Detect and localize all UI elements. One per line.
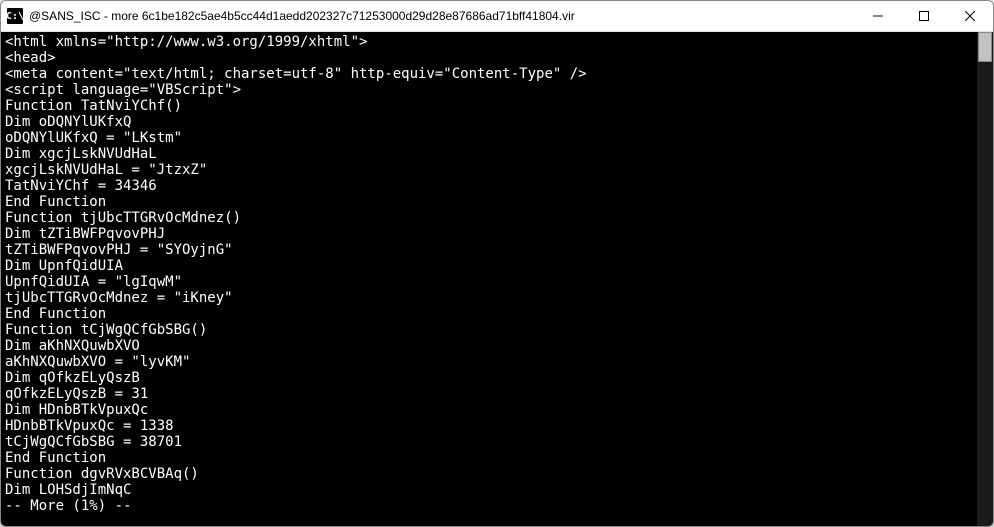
terminal-area: <html xmlns="http://www.w3.org/1999/xhtm… bbox=[1, 32, 993, 526]
terminal-line: HDnbBTkVpuxQc = 1338 bbox=[5, 418, 973, 434]
terminal-line: Dim aKhNXQuwbXVO bbox=[5, 338, 973, 354]
terminal-line: <script language="VBScript"> bbox=[5, 82, 973, 98]
terminal-line: TatNviYChf = 34346 bbox=[5, 178, 973, 194]
window-frame: C:\ @SANS_ISC - more 6c1be182c5ae4b5cc44… bbox=[0, 0, 994, 527]
terminal-line: Dim qOfkzELyQszB bbox=[5, 370, 973, 386]
terminal-line: <meta content="text/html; charset=utf-8"… bbox=[5, 66, 973, 82]
close-button[interactable] bbox=[947, 1, 993, 31]
terminal-line: <head> bbox=[5, 50, 973, 66]
terminal-line: tCjWgQCfGbSBG = 38701 bbox=[5, 434, 973, 450]
terminal-line: Dim xgcjLskNVUdHaL bbox=[5, 146, 973, 162]
terminal-line: Function tCjWgQCfGbSBG() bbox=[5, 322, 973, 338]
terminal-line: Function TatNviYChf() bbox=[5, 98, 973, 114]
terminal-line: Function tjUbcTTGRvOcMdnez() bbox=[5, 210, 973, 226]
scrollbar-thumb[interactable] bbox=[978, 32, 992, 62]
titlebar[interactable]: C:\ @SANS_ISC - more 6c1be182c5ae4b5cc44… bbox=[1, 1, 993, 32]
terminal-line: Dim oDQNYlUKfxQ bbox=[5, 114, 973, 130]
terminal-content[interactable]: <html xmlns="http://www.w3.org/1999/xhtm… bbox=[1, 32, 977, 526]
window-controls bbox=[855, 1, 993, 31]
window-title: @SANS_ISC - more 6c1be182c5ae4b5cc44d1ae… bbox=[29, 9, 855, 23]
terminal-line: Dim UpnfQidUIA bbox=[5, 258, 973, 274]
terminal-line: End Function bbox=[5, 194, 973, 210]
terminal-line: oDQNYlUKfxQ = "LKstm" bbox=[5, 130, 973, 146]
terminal-line: Dim HDnbBTkVpuxQc bbox=[5, 402, 973, 418]
minimize-button[interactable] bbox=[855, 1, 901, 31]
terminal-line: xgcjLskNVUdHaL = "JtzxZ" bbox=[5, 162, 973, 178]
terminal-line: tZTiBWFPqvovPHJ = "SYOyjnG" bbox=[5, 242, 973, 258]
terminal-line: qOfkzELyQszB = 31 bbox=[5, 386, 973, 402]
terminal-line: Dim LOHSdjImNqC bbox=[5, 482, 973, 498]
maximize-button[interactable] bbox=[901, 1, 947, 31]
terminal-line: End Function bbox=[5, 306, 973, 322]
terminal-line: End Function bbox=[5, 450, 973, 466]
terminal-line: UpnfQidUIA = "lgIqwM" bbox=[5, 274, 973, 290]
terminal-line: Dim tZTiBWFPqvovPHJ bbox=[5, 226, 973, 242]
maximize-icon bbox=[919, 11, 929, 21]
cmd-icon: C:\ bbox=[7, 8, 23, 24]
terminal-line: <html xmlns="http://www.w3.org/1999/xhtm… bbox=[5, 34, 973, 50]
close-icon bbox=[965, 11, 975, 21]
scrollbar-track[interactable] bbox=[977, 32, 993, 526]
terminal-line: Function dgvRVxBCVBAq() bbox=[5, 466, 973, 482]
terminal-line: aKhNXQuwbXVO = "lyvKM" bbox=[5, 354, 973, 370]
terminal-line: -- More (1%) -- bbox=[5, 498, 973, 514]
terminal-line: tjUbcTTGRvOcMdnez = "iKney" bbox=[5, 290, 973, 306]
minimize-icon bbox=[873, 11, 883, 21]
